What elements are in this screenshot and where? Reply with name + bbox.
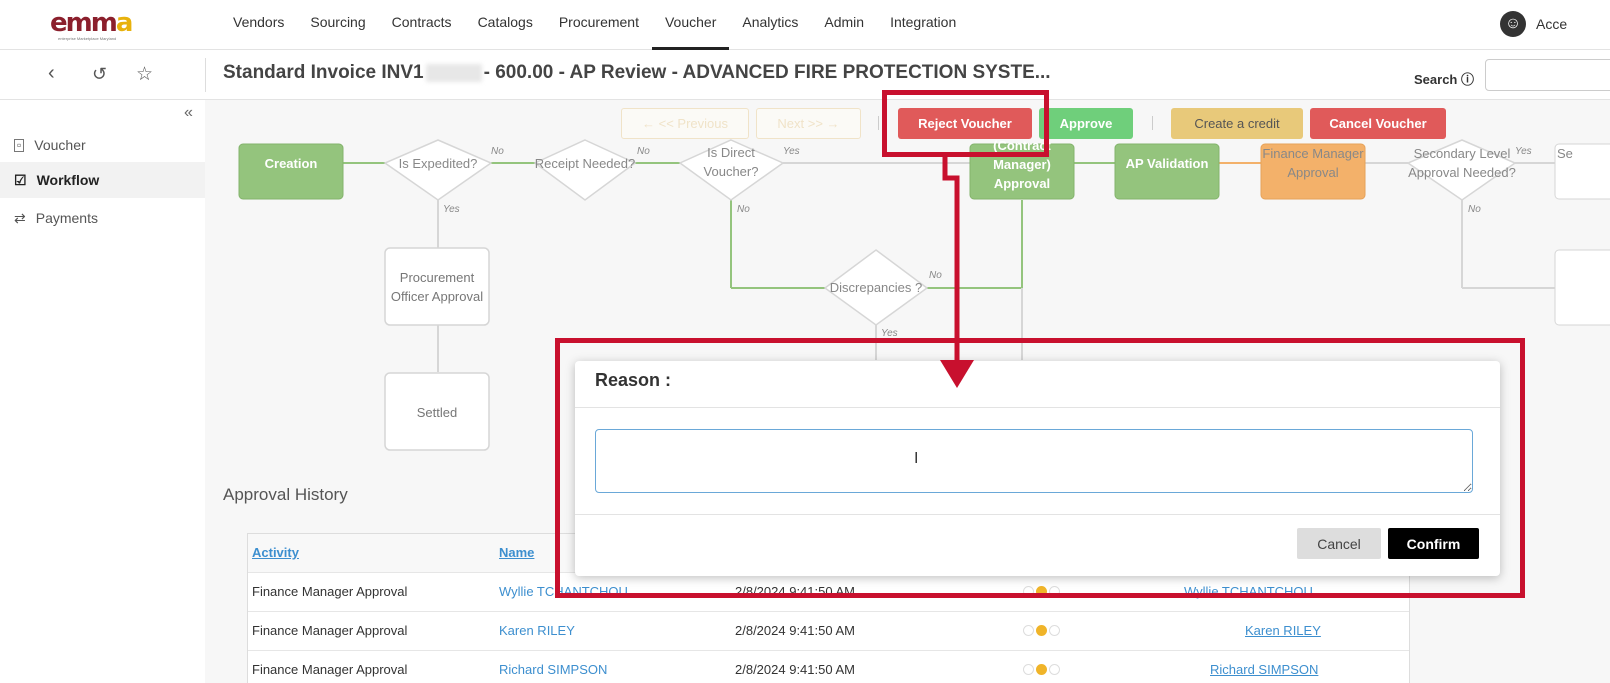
name-link[interactable]: Richard SIMPSON [499, 662, 607, 677]
name-link[interactable]: Karen RILEY [499, 623, 575, 638]
table-row: Finance Manager Approval Karen RILEY 2/8… [248, 612, 1409, 651]
node-procurement-officer-approval: Procurement Officer Approval [390, 270, 484, 304]
star-icon[interactable]: ☆ [136, 63, 153, 86]
node-receipt-needed: Receipt Needed? [534, 156, 636, 171]
column-activity[interactable]: Activity [252, 545, 299, 560]
button-separator [878, 116, 879, 130]
sidebar-item-payments[interactable]: ⇄ Payments [0, 200, 205, 236]
accessibility-menu[interactable]: ☺ Acce [1500, 11, 1567, 37]
title-suffix: - 600.00 - AP Review - ADVANCED FIRE PRO… [483, 62, 1051, 83]
main-nav: Vendors Sourcing Contracts Catalogs Proc… [220, 0, 969, 50]
redacted-invoice-number [425, 63, 482, 82]
label-no: No [491, 146, 504, 157]
logo-text-accent: a [115, 8, 133, 38]
label-yes: Yes [783, 146, 800, 157]
sidebar-item-label: Payments [35, 210, 98, 226]
sidebar-item-label: Workflow [36, 172, 100, 188]
page-title: Standard Invoice INV1 - 600.00 - AP Revie… [223, 62, 1051, 84]
nav-procurement[interactable]: Procurement [546, 0, 652, 50]
page-header: ‹ ↺ ☆ Standard Invoice INV1 - 600.00 - AP… [0, 50, 1610, 100]
transfer-icon: ⇄ [14, 209, 26, 226]
create-credit-button[interactable]: Create a credit [1171, 108, 1303, 139]
header-divider [205, 58, 206, 92]
history-icon[interactable]: ↺ [92, 64, 107, 85]
annotation-box-dialog [555, 338, 1525, 598]
status-dots [1023, 664, 1060, 675]
label-yes: Yes [1515, 146, 1532, 157]
date-cell: 2/8/2024 9:41:50 AM [735, 662, 855, 677]
sidebar-item-workflow[interactable]: ☑ Workflow [0, 162, 205, 198]
label-no: No [737, 204, 750, 215]
accessibility-label: Acce [1536, 16, 1568, 32]
status-dots [1023, 625, 1060, 636]
node-is-direct-voucher: Is Direct Voucher? [703, 145, 759, 179]
previous-button[interactable]: ← << Previous [621, 108, 749, 139]
info-icon: ⓘ [1461, 72, 1475, 87]
nav-contracts[interactable]: Contracts [379, 0, 465, 50]
node-ap-validation: AP Validation [1125, 156, 1209, 171]
node-finance-manager-approval: Finance Manager Approval [1262, 146, 1364, 180]
column-name[interactable]: Name [499, 545, 534, 560]
nav-sourcing[interactable]: Sourcing [297, 0, 378, 50]
approval-history-title: Approval History [223, 485, 348, 504]
cancel-voucher-button[interactable]: Cancel Voucher [1310, 108, 1446, 139]
node-is-expedited: Is Expedited? [398, 156, 478, 171]
annotation-box-reject [882, 90, 1049, 157]
sidebar-item-voucher[interactable]: ▫ Voucher [0, 127, 205, 163]
back-icon[interactable]: ‹ [48, 62, 55, 85]
logo-tagline: enterprise Marketplace Maryland [58, 36, 117, 41]
button-separator [1152, 116, 1153, 130]
activity-cell: Finance Manager Approval [252, 623, 408, 638]
node-secondary-level-approval: Secondary Level Approval Needed? [1408, 146, 1516, 180]
label-no: No [637, 146, 650, 157]
nav-admin[interactable]: Admin [811, 0, 877, 50]
accessibility-icon: ☺ [1500, 11, 1526, 37]
node-discrepancies: Discrepancies ? [829, 280, 923, 295]
emma-logo[interactable]: emma enterprise Marketplace Maryland [50, 8, 158, 41]
node-creation: Creation [264, 156, 318, 171]
label-yes: Yes [443, 204, 460, 215]
search-input[interactable] [1485, 59, 1610, 91]
nav-voucher[interactable]: Voucher [651, 0, 730, 50]
title-prefix: Standard Invoice INV1 [223, 62, 424, 83]
label-no: No [929, 270, 942, 281]
search-label: Search ⓘ [1414, 72, 1475, 87]
node-partial-right: Se [1557, 146, 1573, 161]
activity-cell: Finance Manager Approval [252, 584, 408, 599]
nav-analytics[interactable]: Analytics [729, 0, 811, 50]
date-cell: 2/8/2024 9:41:50 AM [735, 623, 855, 638]
checkbox-icon: ☑ [14, 171, 27, 188]
label-no: No [1468, 204, 1481, 215]
sidebar-item-label: Voucher [34, 137, 86, 153]
collapse-sidebar-icon[interactable]: « [184, 104, 193, 122]
approve-button[interactable]: Approve [1039, 108, 1133, 139]
next-button[interactable]: Next >> → [756, 108, 861, 139]
activity-cell: Finance Manager Approval [252, 662, 408, 677]
nav-vendors[interactable]: Vendors [220, 0, 297, 50]
table-row: Finance Manager Approval Richard SIMPSON… [248, 651, 1409, 683]
nav-catalogs[interactable]: Catalogs [465, 0, 546, 50]
sidebar: « ▫ Voucher ☑ Workflow ⇄ Payments [0, 100, 205, 683]
approver-link[interactable]: Richard SIMPSON [1210, 662, 1318, 677]
approver-link[interactable]: Karen RILEY [1245, 623, 1321, 638]
nav-integration[interactable]: Integration [877, 0, 969, 50]
money-icon: ▫ [14, 138, 25, 152]
logo-text: emm [50, 8, 118, 38]
top-navigation-bar: emma enterprise Marketplace Maryland Ven… [0, 0, 1610, 50]
node-settled: Settled [416, 405, 458, 420]
